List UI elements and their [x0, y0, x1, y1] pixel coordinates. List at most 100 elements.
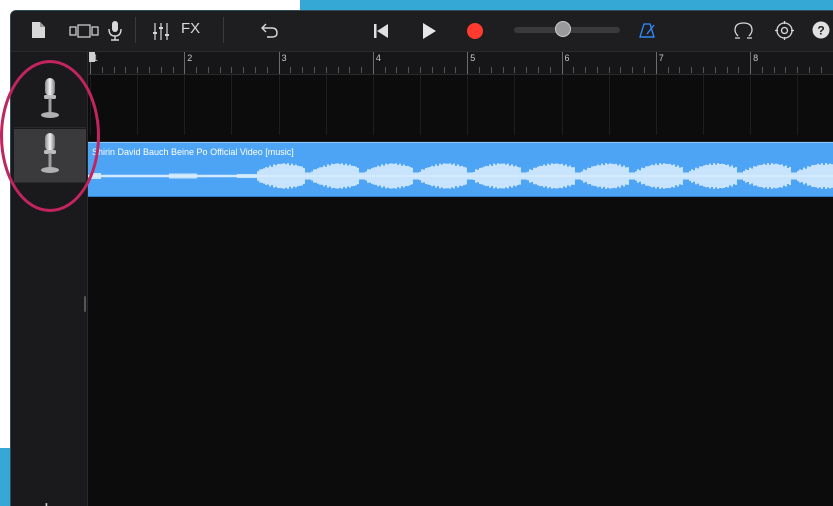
settings-icon[interactable]: [774, 20, 794, 40]
grid-line: [702, 75, 704, 135]
bar-number: 3: [281, 53, 287, 63]
fx-button[interactable]: FX: [181, 20, 200, 37]
view-toggle-icon[interactable]: [69, 23, 99, 39]
grid-line: [514, 75, 516, 135]
beat-tick: [290, 67, 292, 73]
beat-tick: [478, 67, 480, 73]
beat-tick: [514, 67, 516, 73]
beat-tick: [302, 67, 304, 73]
grid-line: [184, 75, 186, 135]
beat-tick: [431, 67, 433, 73]
record-icon[interactable]: [466, 22, 484, 40]
beat-tick: [585, 67, 587, 73]
beat-tick: [644, 67, 645, 73]
bar-tick: [561, 52, 563, 74]
beat-tick: [820, 67, 822, 73]
add-track-button[interactable]: +: [40, 498, 53, 506]
region-waveform: [88, 163, 833, 189]
bar-tick: [467, 52, 469, 74]
metronome-icon[interactable]: [638, 21, 656, 39]
audio-region[interactable]: Shirin David Bauch Beine Po Official Vid…: [88, 142, 833, 197]
beat-tick: [632, 67, 634, 73]
beat-tick: [738, 67, 740, 73]
bar-number: 2: [187, 53, 193, 63]
beat-tick: [573, 67, 575, 73]
beat-tick: [702, 67, 704, 73]
grid-line: [325, 75, 327, 135]
master-volume-knob[interactable]: [555, 21, 571, 37]
grid-line: [231, 75, 233, 135]
screenshot: FX ? 1 2 3 4 5 6 7 8 Shirin David Bauch …: [0, 0, 833, 506]
beat-tick: [549, 67, 551, 73]
beat-tick: [101, 67, 103, 73]
bar-tick: [278, 52, 280, 74]
beat-tick: [620, 67, 622, 73]
beat-tick: [526, 67, 528, 73]
help-icon[interactable]: ?: [811, 20, 831, 40]
grid-line: [278, 75, 280, 135]
document-icon[interactable]: [31, 21, 45, 39]
beat-tick: [207, 67, 209, 73]
bar-tick: [750, 52, 752, 74]
timeline-ruler[interactable]: 12345678: [88, 52, 833, 75]
beat-tick: [384, 67, 386, 73]
bar-number: 7: [658, 53, 664, 63]
beat-tick: [266, 67, 268, 73]
bar-number: 8: [753, 53, 759, 63]
toolbar-separator: [223, 17, 224, 43]
beat-tick: [125, 67, 127, 73]
beat-tick: [337, 67, 339, 73]
beat-tick: [797, 67, 799, 73]
track-column-resize-handle[interactable]: [84, 296, 86, 312]
grid-line: [467, 75, 469, 135]
grid-line: [372, 75, 374, 135]
beat-tick: [490, 67, 492, 73]
region-title: Shirin David Bauch Beine Po Official Vid…: [92, 147, 294, 157]
beat-tick: [420, 67, 422, 73]
grid-line: [797, 75, 799, 135]
go-to-start-icon[interactable]: [373, 23, 389, 39]
beat-tick: [608, 67, 610, 73]
highlight-ellipse: [0, 60, 100, 212]
mixer-icon[interactable]: [151, 22, 171, 40]
bar-number: 4: [375, 53, 381, 63]
beat-tick: [809, 67, 811, 73]
grid-line: [655, 75, 657, 135]
beat-tick: [231, 67, 233, 73]
grid-line: [608, 75, 610, 135]
beat-tick: [349, 67, 351, 73]
beat-tick: [255, 67, 257, 73]
beat-tick: [137, 67, 139, 73]
beat-tick: [313, 67, 315, 73]
undo-icon[interactable]: [260, 21, 278, 39]
control-bar: FX ?: [11, 11, 833, 52]
microphone-icon[interactable]: [108, 20, 122, 42]
beat-tick: [773, 67, 775, 73]
beat-tick: [160, 67, 162, 73]
beat-tick: [726, 67, 728, 73]
beat-tick: [196, 67, 198, 73]
beat-tick: [714, 67, 716, 73]
loop-browser-icon[interactable]: [733, 20, 753, 40]
beat-tick: [502, 67, 504, 73]
beat-tick: [408, 67, 410, 73]
bar-number: 6: [564, 53, 570, 63]
grid-line: [137, 75, 139, 135]
beat-tick: [761, 67, 763, 73]
toolbar-separator: [135, 17, 136, 43]
beat-tick: [243, 67, 245, 73]
playhead-handle[interactable]: [89, 52, 95, 62]
beat-tick: [219, 67, 221, 73]
tracks-area[interactable]: [88, 75, 833, 506]
beat-tick: [396, 67, 398, 73]
beat-tick: [667, 67, 669, 73]
bar-number: 5: [470, 53, 476, 63]
svg-text:?: ?: [817, 24, 824, 38]
beat-tick: [679, 67, 681, 73]
beat-tick: [113, 67, 115, 73]
beat-tick: [361, 67, 363, 73]
play-icon[interactable]: [421, 22, 437, 40]
beat-tick: [172, 67, 174, 73]
garageband-window: FX ? 1 2 3 4 5 6 7 8 Shirin David Bauch …: [10, 10, 833, 506]
beat-tick: [596, 67, 598, 73]
